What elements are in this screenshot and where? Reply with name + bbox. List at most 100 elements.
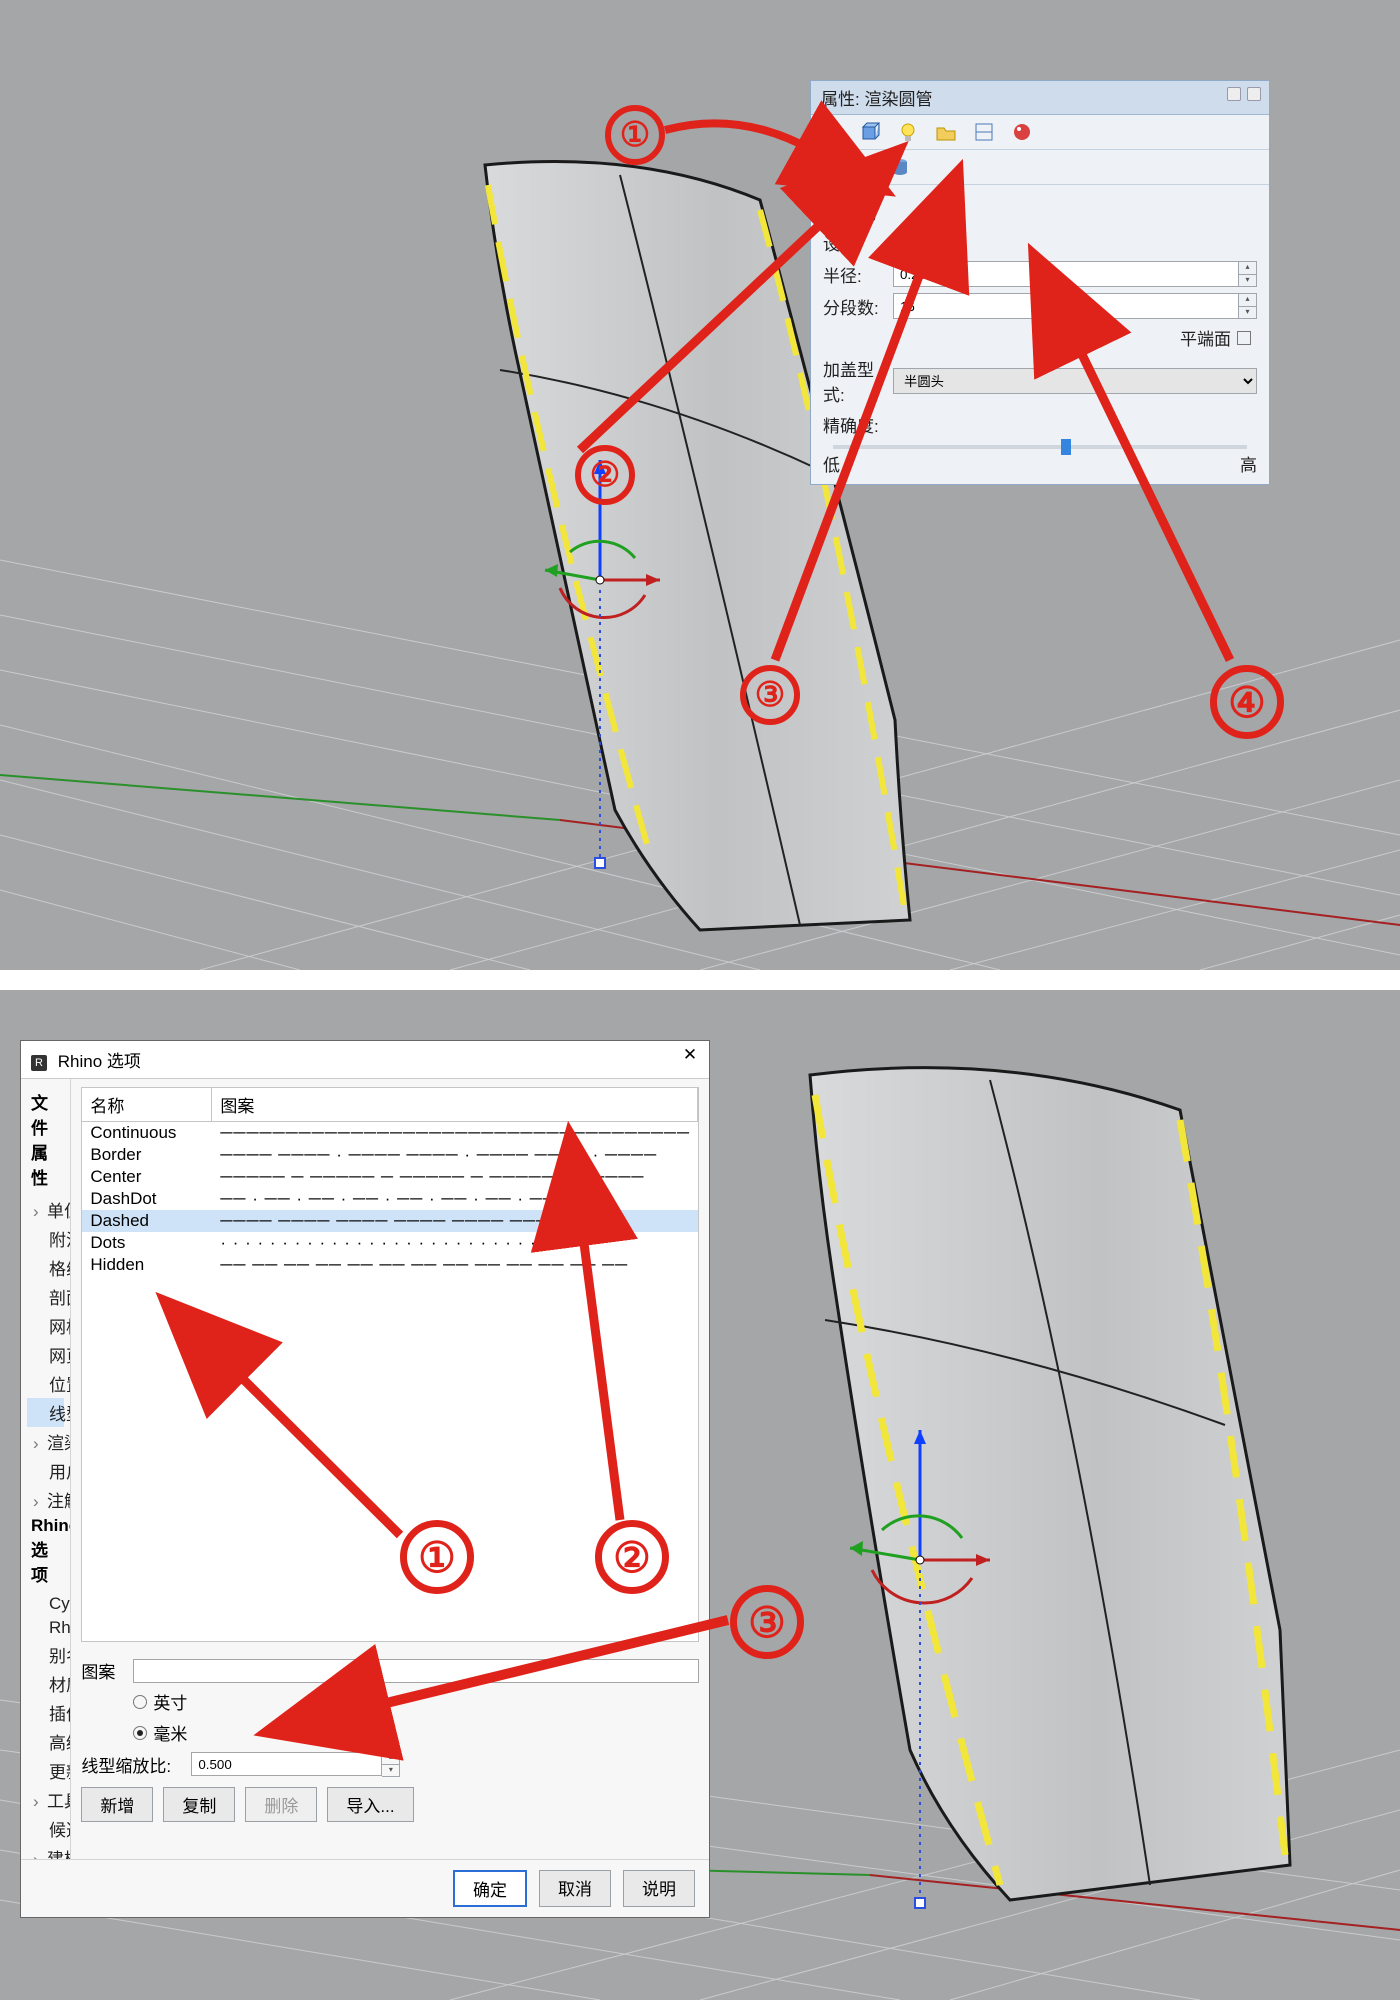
tree-item[interactable]: 建模辅助 bbox=[27, 1843, 64, 1859]
segments-input[interactable] bbox=[893, 293, 1239, 319]
segments-row: 分段数: ▴▾ bbox=[823, 293, 1257, 319]
pipe-icon[interactable] bbox=[855, 156, 877, 178]
tree-item[interactable]: 位置 bbox=[27, 1369, 64, 1398]
pin-icon[interactable] bbox=[1227, 87, 1241, 101]
close-icon[interactable] bbox=[1247, 87, 1261, 101]
tube-icon[interactable] bbox=[821, 156, 843, 178]
linetype-pattern: · · · · · · · · · · · · · · · · · · · · … bbox=[220, 1233, 690, 1253]
tree-item[interactable]: RhinoScript bbox=[27, 1616, 64, 1640]
tree-item[interactable]: 剖面线 bbox=[27, 1282, 64, 1311]
tree-item[interactable]: 网格 bbox=[27, 1311, 64, 1340]
dialog-right-pane: 名称 图案 Continuous────────────────────────… bbox=[71, 1079, 709, 1859]
linetype-row[interactable]: Hidden── ── ── ── ── ── ── ── ── ── ── ─… bbox=[82, 1254, 698, 1276]
tree-item[interactable]: 单位 bbox=[27, 1195, 64, 1224]
panel-title-bar[interactable]: 属性: 渲染圆管 bbox=[811, 81, 1269, 115]
gumball[interactable] bbox=[490, 460, 710, 890]
tree-item[interactable]: 附注 bbox=[27, 1224, 64, 1253]
section-label: 设定 bbox=[823, 230, 1257, 255]
tree-item[interactable]: Cycles bbox=[27, 1592, 64, 1616]
cube-icon[interactable] bbox=[859, 121, 881, 143]
accuracy-label-row: 精确度: bbox=[823, 412, 1257, 437]
full-canvas: 属性: 渲染圆管 bbox=[0, 0, 1400, 2004]
close-icon[interactable]: ✕ bbox=[679, 1045, 701, 1067]
linetype-row[interactable]: Continuous──────────────────────────────… bbox=[82, 1122, 698, 1144]
scale-label: 线型缩放比: bbox=[81, 1752, 191, 1777]
linetype-row[interactable]: Border──── ──── · ──── ──── · ──── ──── … bbox=[82, 1144, 698, 1166]
segments-spinner[interactable]: ▴▾ bbox=[1239, 293, 1257, 319]
tree-item[interactable]: 渲染 bbox=[27, 1427, 64, 1456]
linetype-row[interactable]: Center───── ─ ───── ─ ───── ─ ───── ─ ──… bbox=[82, 1166, 698, 1188]
linetype-pattern: ── ── ── ── ── ── ── ── ── ── ── ── ── bbox=[220, 1255, 690, 1275]
gumball-bottom[interactable] bbox=[790, 1430, 1050, 1930]
scale-spinner[interactable]: ▴▾ bbox=[382, 1751, 400, 1777]
properties-panel[interactable]: 属性: 渲染圆管 bbox=[810, 80, 1270, 485]
col-name-label[interactable]: 名称 bbox=[82, 1088, 212, 1121]
dialog-title-bar[interactable]: R Rhino 选项 ✕ bbox=[21, 1041, 709, 1079]
copy-button[interactable]: 复制 bbox=[163, 1787, 235, 1822]
radius-spinner[interactable]: ▴▾ bbox=[1239, 261, 1257, 287]
import-button[interactable]: 导入... bbox=[327, 1787, 413, 1822]
unit-mm-row[interactable]: 毫米 bbox=[81, 1720, 699, 1745]
tree-item[interactable]: 插件程序 bbox=[27, 1698, 64, 1727]
linetype-row[interactable]: Dots· · · · · · · · · · · · · · · · · · … bbox=[82, 1232, 698, 1254]
slider-thumb[interactable] bbox=[1061, 439, 1071, 455]
paint-icon[interactable] bbox=[1011, 121, 1033, 143]
folder-icon[interactable] bbox=[935, 121, 957, 143]
tree-item[interactable]: 高级 bbox=[27, 1727, 64, 1756]
accuracy-slider[interactable] bbox=[833, 445, 1247, 449]
linetype-row[interactable]: DashDot── · ── · ── · ── · ── · ── · ── … bbox=[82, 1188, 698, 1210]
tree-item[interactable]: 格线 bbox=[27, 1253, 64, 1282]
circle-icon[interactable] bbox=[821, 121, 843, 143]
new-button[interactable]: 新增 bbox=[81, 1787, 153, 1822]
bulb-icon[interactable] bbox=[897, 121, 919, 143]
annotation-b3: ③ bbox=[730, 1585, 804, 1659]
radio-mm[interactable] bbox=[133, 1726, 147, 1740]
tree-item[interactable]: 候选列表 bbox=[27, 1814, 64, 1843]
linetype-pattern: ──── ──── · ──── ──── · ──── ──── · ──── bbox=[220, 1145, 690, 1165]
tree-item-linetype[interactable]: 线型 bbox=[27, 1398, 64, 1427]
linetype-name: Continuous bbox=[90, 1123, 220, 1143]
pattern-input[interactable] bbox=[133, 1659, 699, 1683]
help-button[interactable]: 说明 bbox=[623, 1870, 695, 1907]
linetype-name: Border bbox=[90, 1145, 220, 1165]
cancel-button[interactable]: 取消 bbox=[539, 1870, 611, 1907]
tree-item[interactable]: 材质库 bbox=[27, 1669, 64, 1698]
grid-icon[interactable] bbox=[973, 121, 995, 143]
radio-inch[interactable] bbox=[133, 1695, 147, 1709]
panel-title-text: 属性: 渲染圆管 bbox=[821, 90, 932, 109]
rhino-icon: R bbox=[31, 1055, 47, 1071]
segments-label: 分段数: bbox=[823, 294, 893, 319]
linetype-row[interactable]: Dashed──── ──── ──── ──── ──── ──── bbox=[82, 1210, 698, 1232]
flatend-label: 平端面 bbox=[1180, 325, 1231, 350]
col-pattern-label[interactable]: 图案 bbox=[212, 1088, 698, 1121]
radius-input[interactable] bbox=[893, 261, 1239, 287]
pattern-field: 图案 bbox=[81, 1658, 699, 1683]
annotation-b2: ② bbox=[595, 1520, 669, 1594]
annotation-4: ④ bbox=[1210, 665, 1284, 739]
options-tree[interactable]: 文件属性 单位附注格线剖面线网格网页浏览器位置 线型 渲染用户文件文本注解样式 … bbox=[21, 1079, 71, 1859]
flatend-row: 平端面 bbox=[823, 325, 1257, 350]
tree-item[interactable]: 别名 bbox=[27, 1640, 64, 1669]
enable-row[interactable]: 启用 bbox=[823, 199, 1257, 224]
linetype-name: Dashed bbox=[90, 1211, 220, 1231]
tree-item[interactable]: 网页浏览器 bbox=[27, 1340, 64, 1369]
unit-inch-row[interactable]: 英寸 bbox=[81, 1689, 699, 1714]
bottom-viewport[interactable]: R Rhino 选项 ✕ 文件属性 单位附注格线剖面线网格网页浏览器位置 线型 … bbox=[0, 990, 1400, 2000]
tree-item[interactable]: 注解样式 bbox=[27, 1485, 64, 1514]
rhino-options-dialog[interactable]: R Rhino 选项 ✕ 文件属性 单位附注格线剖面线网格网页浏览器位置 线型 … bbox=[20, 1040, 710, 1918]
db-icon[interactable] bbox=[889, 156, 911, 178]
tree-item[interactable]: 更新与统计 bbox=[27, 1756, 64, 1785]
linetype-button-row: 新增 复制 删除 导入... bbox=[81, 1787, 699, 1822]
linetype-pattern: ───── ─ ───── ─ ───── ─ ───── ─ ───── bbox=[220, 1167, 690, 1187]
scale-input[interactable] bbox=[191, 1752, 382, 1776]
tree-item[interactable]: 工具列 bbox=[27, 1785, 64, 1814]
tree-item[interactable]: 用户文件文本 bbox=[27, 1456, 64, 1485]
linetype-name: DashDot bbox=[90, 1189, 220, 1209]
unit-mm-label: 毫米 bbox=[153, 1720, 187, 1745]
flatend-checkbox[interactable] bbox=[1237, 331, 1251, 345]
enable-checkbox[interactable] bbox=[823, 205, 837, 219]
cap-select[interactable]: 半圆头 bbox=[893, 368, 1257, 394]
annotation-b1: ① bbox=[400, 1520, 474, 1594]
ok-button[interactable]: 确定 bbox=[453, 1870, 527, 1907]
top-viewport[interactable]: 属性: 渲染圆管 bbox=[0, 0, 1400, 970]
